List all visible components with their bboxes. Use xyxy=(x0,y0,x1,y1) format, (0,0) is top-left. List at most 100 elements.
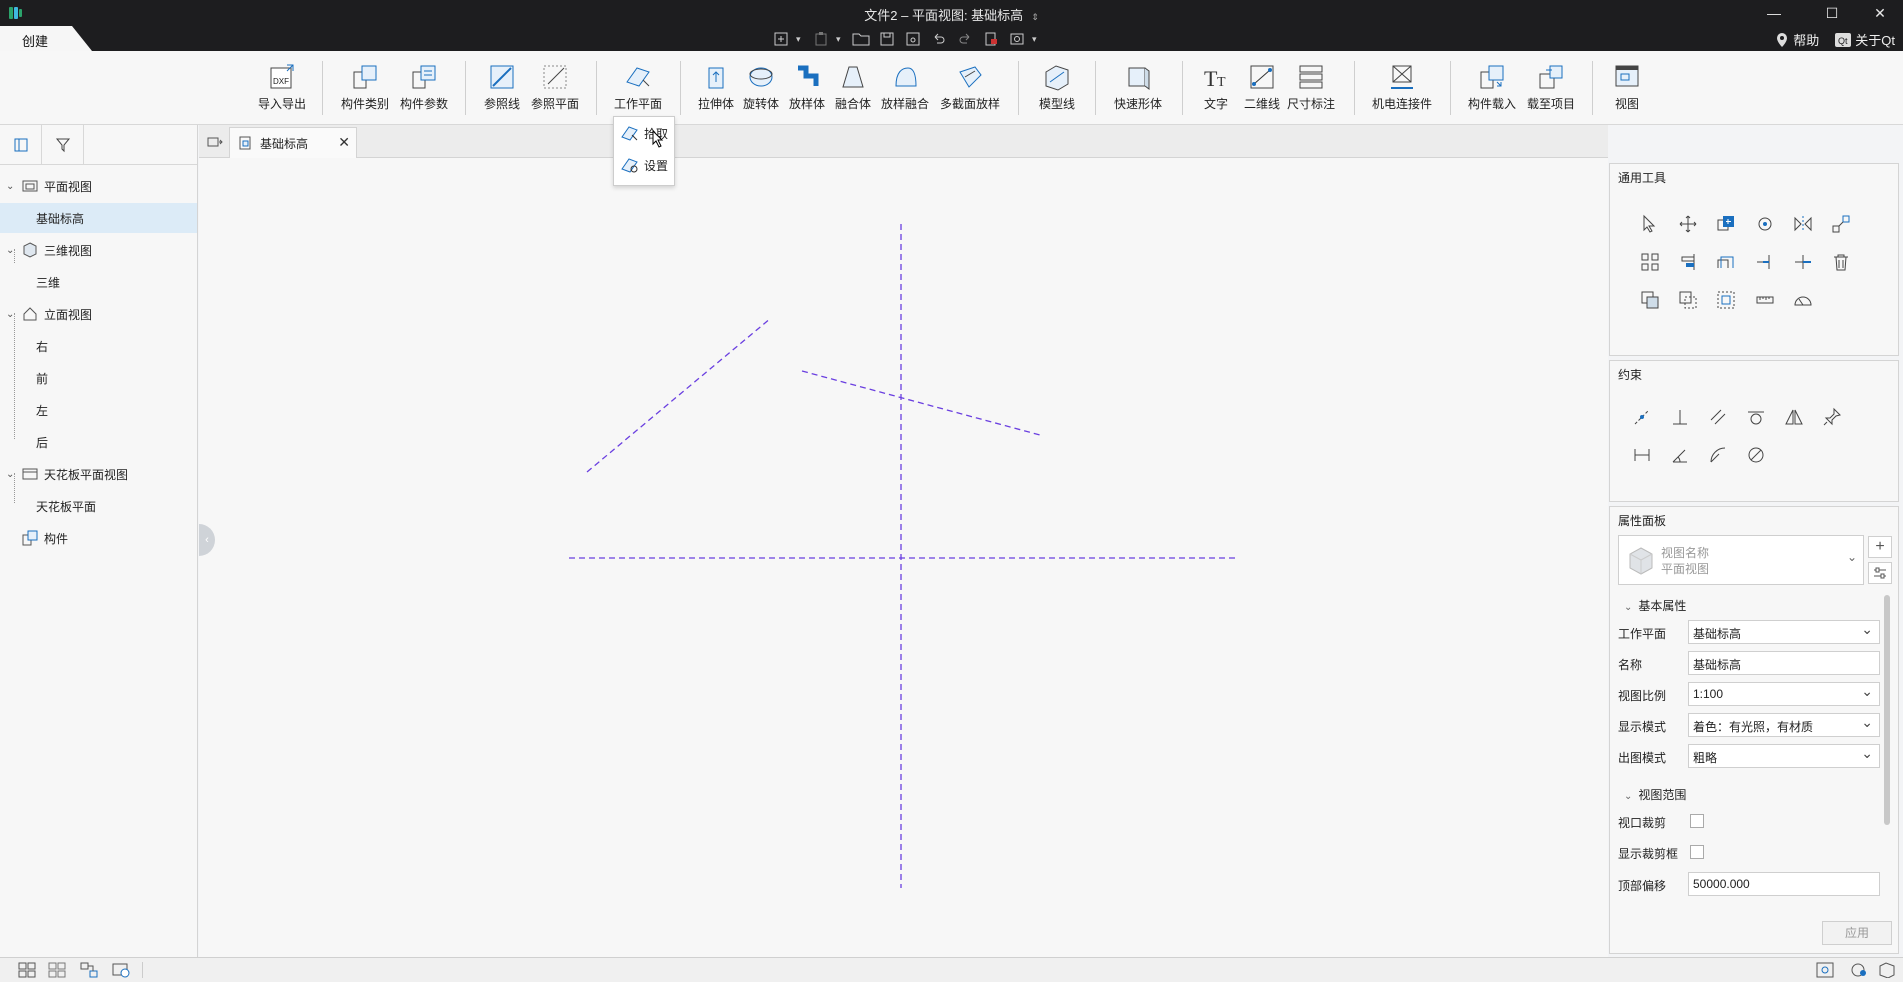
visibility-icon[interactable] xyxy=(112,962,130,978)
browser-tab[interactable] xyxy=(0,125,42,165)
scale-icon[interactable] xyxy=(1829,212,1853,236)
save-icon[interactable] xyxy=(876,29,898,49)
sloped-ref-line[interactable] xyxy=(801,370,1041,436)
view-scale-select[interactable]: 1:100 xyxy=(1688,682,1880,706)
mep-connector-button[interactable]: 机电连接件 xyxy=(1372,61,1432,112)
pin-icon[interactable] xyxy=(1820,405,1844,429)
move-icon[interactable] xyxy=(1676,212,1700,236)
tree-node-components[interactable]: 构件 xyxy=(0,523,197,553)
symmetric-icon[interactable] xyxy=(1782,405,1806,429)
maximize-button[interactable]: ☐ xyxy=(1822,3,1842,23)
multi-section-button[interactable]: 多截面放样 xyxy=(940,61,1000,112)
blend-button[interactable]: 融合体 xyxy=(835,61,871,112)
tree-item-left[interactable]: 左 xyxy=(0,395,197,425)
grid-layout-icon[interactable] xyxy=(18,962,36,978)
show-crop-box-checkbox[interactable] xyxy=(1690,845,1704,859)
tree-item-right[interactable]: 右 xyxy=(0,331,197,361)
tile-icon[interactable] xyxy=(48,962,66,978)
box-view-icon[interactable] xyxy=(1878,962,1896,978)
horizontal-distance-icon[interactable] xyxy=(1630,443,1654,467)
select-tool-icon[interactable] xyxy=(1638,212,1662,236)
switch-windows-icon[interactable] xyxy=(207,135,223,149)
add-type-button[interactable]: + xyxy=(1868,536,1892,558)
array-icon[interactable] xyxy=(1638,250,1662,274)
cascade-icon[interactable] xyxy=(80,962,98,978)
line-2d-button[interactable]: 二维线 xyxy=(1244,61,1280,112)
revolve-button[interactable]: 旋转体 xyxy=(743,61,779,112)
split-icon[interactable] xyxy=(1791,250,1815,274)
settings-icon[interactable] xyxy=(1006,29,1028,49)
coincident-icon[interactable] xyxy=(1630,405,1654,429)
undo-icon[interactable] xyxy=(928,29,950,49)
parallel-icon[interactable] xyxy=(1706,405,1730,429)
drawing-canvas[interactable] xyxy=(199,158,1608,957)
rotate-icon[interactable] xyxy=(1753,212,1777,236)
load-to-project-button[interactable]: 载至项目 xyxy=(1527,61,1575,112)
work-plane-button[interactable]: 工作平面 xyxy=(614,61,662,112)
about-qt-button[interactable]: Qt 关于Qt xyxy=(1835,30,1895,49)
section-basic-properties[interactable]: ⌄ 基本属性 xyxy=(1624,597,1686,614)
tree-node-plan-views[interactable]: ⌄ 平面视图 xyxy=(0,171,197,201)
tree-item-ceiling-plan[interactable]: 天花板平面 xyxy=(0,491,197,521)
dimension-button[interactable]: 尺寸标注 xyxy=(1287,61,1335,112)
load-family-button[interactable]: 构件载入 xyxy=(1468,61,1516,112)
doc-tab-base-level[interactable]: 基础标高 ✕ xyxy=(229,127,357,158)
export-icon[interactable] xyxy=(980,29,1002,49)
open-folder-icon[interactable] xyxy=(850,29,872,49)
zoom-fit-icon[interactable] xyxy=(1816,962,1834,978)
work-plane-select[interactable]: 基础标高 xyxy=(1688,620,1880,644)
radius-icon[interactable] xyxy=(1706,443,1730,467)
family-category-button[interactable]: 构件类别 xyxy=(341,61,389,112)
chevron-down-icon[interactable]: ▾ xyxy=(836,34,846,45)
paste-icon[interactable] xyxy=(810,29,832,49)
tree-item-front[interactable]: 前 xyxy=(0,363,197,393)
tangent-icon[interactable] xyxy=(1744,405,1768,429)
sweep-button[interactable]: 放样体 xyxy=(789,61,825,112)
quick-shape-button[interactable]: 快速形体 xyxy=(1114,61,1162,112)
minimize-button[interactable]: — xyxy=(1764,3,1784,23)
save-as-icon[interactable] xyxy=(902,29,924,49)
apply-button[interactable]: 应用 xyxy=(1822,921,1892,945)
tree-item-3d[interactable]: 三维 xyxy=(0,267,197,297)
close-window-button[interactable]: ✕ xyxy=(1870,3,1890,23)
import-export-button[interactable]: DXF 导入导出 xyxy=(258,61,306,112)
edit-type-button[interactable] xyxy=(1868,562,1892,584)
mirror-icon[interactable] xyxy=(1791,212,1815,236)
measure-icon[interactable] xyxy=(1753,288,1777,312)
title-dropdown-icon[interactable]: ⇕ xyxy=(1031,12,1039,22)
redo-icon[interactable] xyxy=(954,29,976,49)
ref-plane-button[interactable]: 参照平面 xyxy=(531,61,579,112)
select-box-icon[interactable] xyxy=(1714,288,1738,312)
new-file-icon[interactable] xyxy=(770,29,792,49)
tree-node-3d-views[interactable]: ⌄ 三维视图 xyxy=(0,235,197,265)
type-selector[interactable]: 视图名称 平面视图 ⌄ xyxy=(1618,535,1864,585)
close-tab-icon[interactable]: ✕ xyxy=(338,134,350,151)
view-button[interactable]: 视图 xyxy=(1612,61,1642,112)
help-button[interactable]: 帮助 xyxy=(1775,30,1819,49)
tree-node-elevations[interactable]: ⌄ 立面视图 xyxy=(0,299,197,329)
chevron-down-icon[interactable]: ▾ xyxy=(1032,34,1042,45)
diagonal-ref-line[interactable] xyxy=(586,317,772,473)
render-settings-icon[interactable] xyxy=(1850,962,1868,978)
offset-icon[interactable] xyxy=(1714,250,1738,274)
display-mode-select[interactable]: 着色：有光照，有材质 xyxy=(1688,713,1880,737)
family-params-button[interactable]: 构件参数 xyxy=(400,61,448,112)
chevron-down-icon[interactable]: ▾ xyxy=(796,34,806,45)
name-field[interactable]: 基础标高 xyxy=(1688,651,1880,675)
filter-tab[interactable] xyxy=(42,125,84,165)
diameter-icon[interactable] xyxy=(1744,443,1768,467)
model-line-button[interactable]: 模型线 xyxy=(1039,61,1075,112)
extrusion-button[interactable]: 拉伸体 xyxy=(698,61,734,112)
trash-icon[interactable] xyxy=(1829,250,1853,274)
swept-blend-button[interactable]: 放样融合 xyxy=(881,61,929,112)
ungroup-icon[interactable] xyxy=(1676,288,1700,312)
chevron-down-icon[interactable]: ⌄ xyxy=(6,181,16,192)
angle-constraint-icon[interactable] xyxy=(1668,443,1692,467)
protractor-icon[interactable] xyxy=(1791,288,1815,312)
section-view-range[interactable]: ⌄ 视图范围 xyxy=(1624,786,1686,803)
perpendicular-icon[interactable] xyxy=(1668,405,1692,429)
tree-node-ceiling-views[interactable]: ⌄ 天花板平面视图 xyxy=(0,459,197,489)
top-offset-field[interactable]: 50000.000 xyxy=(1688,872,1880,896)
menu-item-settings[interactable]: 设置 xyxy=(614,149,674,181)
align-icon[interactable] xyxy=(1676,250,1700,274)
